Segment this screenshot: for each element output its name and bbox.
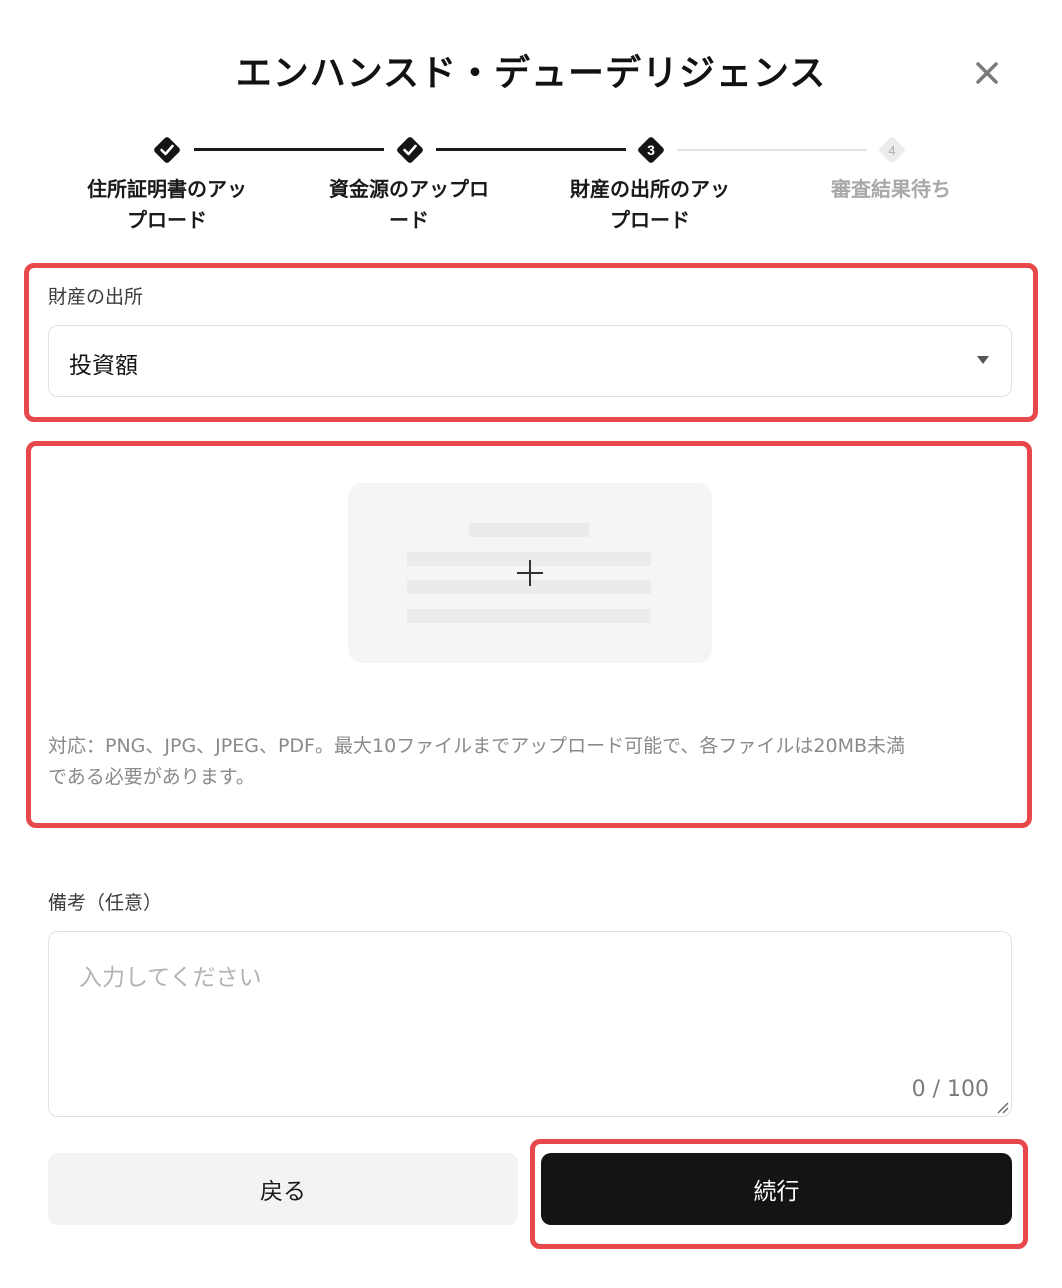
character-counter: 0 / 100	[911, 1077, 989, 1102]
step-connector-2	[436, 148, 626, 151]
wealth-source-selected-value: 投資額	[69, 353, 138, 379]
step-1-label-line2: プロード	[127, 208, 207, 232]
remarks-textarea[interactable]	[49, 932, 1011, 1116]
check-icon	[154, 137, 180, 163]
step-4-label-line1: 審査結果待ち	[831, 177, 951, 201]
upload-note-line2: である必要があります。	[48, 766, 255, 788]
upload-note-line1: 対応：PNG、JPG、JPEG、PDF。最大10ファイルまでアップロード可能で、…	[48, 735, 906, 757]
document-placeholder-line	[407, 609, 651, 623]
document-placeholder-line	[469, 523, 589, 537]
wealth-source-label: 財産の出所	[48, 286, 144, 308]
close-button[interactable]	[966, 52, 1008, 94]
remarks-label: 備考（任意）	[48, 892, 163, 914]
step-3-marker: 3	[636, 135, 666, 165]
step-2-marker	[395, 135, 425, 165]
step-connector-3	[677, 149, 867, 151]
file-upload-dropzone[interactable]	[348, 483, 712, 663]
step-3-number: 3	[647, 142, 655, 158]
step-1-label-line1: 住所証明書のアッ	[87, 177, 247, 201]
step-2-label: 資金源のアップロ ード	[309, 174, 509, 236]
continue-button[interactable]: 続行	[541, 1153, 1012, 1225]
step-4-marker: 4	[877, 135, 907, 165]
modal-title: エンハンスド・デューデリジェンス	[235, 53, 827, 94]
resize-grip-icon[interactable]	[995, 1100, 1009, 1114]
step-4-diamond: 4	[879, 137, 905, 163]
step-1-marker	[152, 135, 182, 165]
step-connector-1	[194, 148, 384, 151]
wealth-source-select[interactable]: 投資額	[48, 325, 1012, 397]
step-3-label-line1: 財産の出所のアッ	[570, 177, 730, 201]
enhanced-due-diligence-modal: エンハンスド・デューデリジェンス 3 4 住所証明書のアッ プロード 資金源のア…	[0, 0, 1062, 1288]
step-3-diamond: 3	[638, 137, 664, 163]
step-3-label: 財産の出所のアッ プロード	[550, 174, 750, 236]
back-button[interactable]: 戻る	[48, 1153, 518, 1225]
step-3-label-line2: プロード	[610, 208, 690, 232]
step-2-label-line2: ード	[389, 208, 429, 232]
close-icon	[976, 62, 998, 84]
step-4-number: 4	[888, 143, 895, 158]
upload-format-note: 対応：PNG、JPG、JPEG、PDF。最大10ファイルまでアップロード可能で、…	[48, 731, 1018, 793]
check-icon	[397, 137, 423, 163]
caret-down-icon	[977, 356, 989, 364]
remarks-field: 0 / 100	[48, 931, 1012, 1117]
step-1-label: 住所証明書のアッ プロード	[67, 174, 267, 236]
plus-icon	[517, 560, 543, 586]
step-4-label: 審査結果待ち	[791, 174, 991, 205]
step-2-label-line1: 資金源のアップロ	[329, 177, 489, 201]
